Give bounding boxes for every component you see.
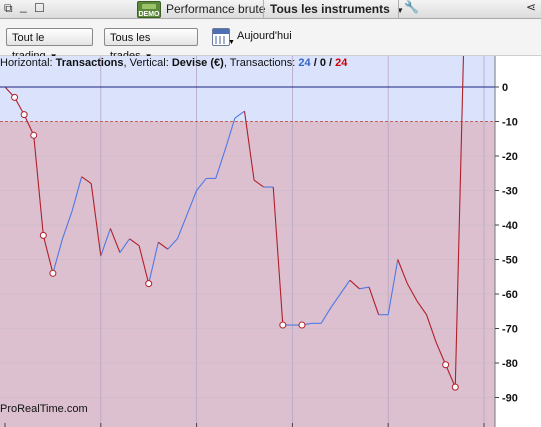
share-icon[interactable]: ⋖ xyxy=(526,0,536,14)
chart-info-line: Horizontal: Transactions, Vertical: Devi… xyxy=(0,56,347,70)
y-tick-label: 0 xyxy=(502,82,508,94)
demo-badge-label: DEMO xyxy=(138,11,160,18)
vertical-key: Vertical: xyxy=(129,57,169,69)
restore-icon[interactable]: ⧉ xyxy=(4,1,13,16)
trade-marker xyxy=(11,93,19,101)
date-label[interactable]: Aujourd'hui xyxy=(237,30,292,42)
demo-badge-icon: DEMO xyxy=(137,1,161,18)
trade-marker xyxy=(451,383,459,391)
toolbar: Tout le trading▼ Tous les trades▼ ▼ Aujo… xyxy=(0,19,541,62)
y-tick-label: -80 xyxy=(502,358,518,370)
info-comma: , xyxy=(223,57,227,69)
horizontal-key: Horizontal: xyxy=(0,57,53,69)
trade-marker xyxy=(298,321,306,329)
window-titlebar: ⧉ _ ☐ DEMO Performance brute Tous les in… xyxy=(0,0,541,19)
trading-dropdown[interactable]: Tout le trading▼ xyxy=(6,28,93,62)
watermark: ProRealTime.com xyxy=(0,403,88,415)
instruments-dropdown-label: Tous les instruments xyxy=(270,2,390,16)
y-tick-label: -10 xyxy=(502,117,518,129)
instruments-dropdown[interactable]: Tous les instruments ▼ xyxy=(270,2,404,16)
count-neutral: 0 xyxy=(319,57,326,69)
y-tick-label: -50 xyxy=(502,255,518,267)
trade-marker xyxy=(442,361,450,369)
info-comma: , xyxy=(123,57,127,69)
titlebar-separator xyxy=(398,0,399,18)
y-tick-label: -40 xyxy=(502,220,518,232)
y-axis-panel xyxy=(495,56,541,427)
maximize-icon[interactable]: ☐ xyxy=(34,1,45,15)
count-separator: / xyxy=(313,57,317,69)
performance-title[interactable]: Performance brute xyxy=(166,2,265,16)
trade-marker xyxy=(39,231,47,239)
count-negative: 24 xyxy=(335,57,348,69)
titlebar-separator xyxy=(263,0,264,18)
trade-marker xyxy=(30,131,38,139)
trade-marker xyxy=(145,280,153,288)
y-tick-label: -30 xyxy=(502,186,518,198)
trades-dropdown[interactable]: Tous les trades▼ xyxy=(104,28,198,62)
minimize-icon[interactable]: _ xyxy=(20,0,27,13)
y-tick-label: -70 xyxy=(502,324,518,336)
wrench-icon[interactable]: 🔧 xyxy=(404,0,419,14)
loss-zone xyxy=(0,121,495,427)
trade-marker xyxy=(20,111,28,119)
vertical-value: Devise (€) xyxy=(171,57,224,69)
trade-marker xyxy=(49,269,57,277)
performance-chart[interactable]: 0-10-20-30-40-50-60-70-80-9001020304050 xyxy=(0,56,541,427)
calendar-dropdown-arrow-icon[interactable]: ▼ xyxy=(228,39,235,46)
count-separator: / xyxy=(329,57,333,69)
y-tick-label: -20 xyxy=(502,151,518,163)
trade-marker xyxy=(279,321,287,329)
transactions-key: Transactions: xyxy=(229,57,296,69)
horizontal-value: Transactions xyxy=(55,57,124,69)
y-tick-label: -90 xyxy=(502,393,518,405)
count-positive: 24 xyxy=(298,57,311,69)
y-tick-label: -60 xyxy=(502,289,518,301)
